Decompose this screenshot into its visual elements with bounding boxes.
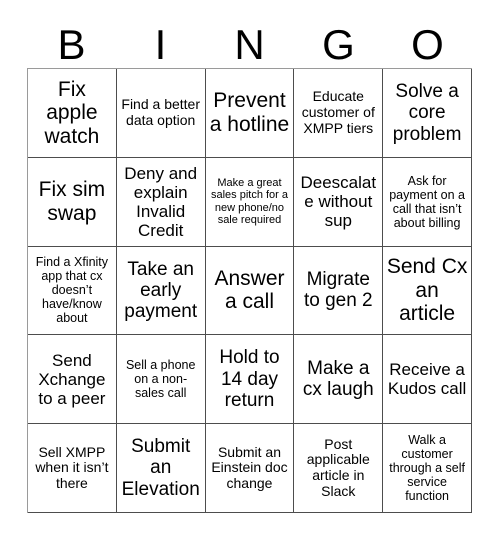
- bingo-cell-r3c1[interactable]: Find a Xfinity app that cx doesn’t have/…: [28, 246, 117, 336]
- bingo-cell-label: Walk a customer through a self service f…: [389, 433, 465, 504]
- bingo-cell-r3c4[interactable]: Migrate to gen 2: [294, 246, 384, 336]
- bingo-cell-label: Deescalate without sup: [300, 173, 377, 231]
- bingo-cell-label: Post applicable article in Slack: [306, 435, 370, 499]
- bingo-cell-label: Receive a Kudos call: [387, 360, 467, 399]
- bingo-cell-label: Make a great sales pitch for a new phone…: [210, 177, 289, 226]
- bingo-header: BINGO: [27, 14, 472, 68]
- bingo-cell-r4c1[interactable]: Send Xchange to a peer: [28, 335, 117, 425]
- bingo-cell-label: Send Cx an article: [386, 255, 468, 326]
- bingo-cell-label: Submit an Elevation: [121, 436, 200, 500]
- bingo-grid: Fix apple watch Find a better data option…: [27, 68, 472, 513]
- bingo-cell-label: Find a Xfinity app that cx doesn’t have/…: [35, 255, 109, 326]
- bingo-cell-r5c1[interactable]: Sell XMPP when it isn’t there: [28, 424, 117, 513]
- bingo-cell-label: Make a cx laugh: [302, 358, 374, 401]
- bingo-cell-r3c2[interactable]: Take an early payment: [116, 246, 206, 336]
- bingo-cell-r1c5[interactable]: Solve a core problem: [383, 69, 472, 158]
- bingo-cell-label: Deny and explain Invalid Credit: [124, 163, 198, 240]
- bingo-header-letter-o: O: [411, 21, 444, 68]
- bingo-cell-r4c4[interactable]: Make a cx laugh: [294, 335, 384, 425]
- bingo-cell-label: Take an early payment: [124, 258, 198, 323]
- bingo-cell-r5c5[interactable]: Walk a customer through a self service f…: [383, 424, 472, 513]
- bingo-cell-label: Sell XMPP when it isn’t there: [35, 443, 109, 491]
- bingo-cell-r5c3[interactable]: Submit an Einstein doc change: [205, 424, 295, 513]
- bingo-cell-r5c2[interactable]: Submit an Elevation: [116, 424, 206, 513]
- bingo-cell-r1c4[interactable]: Educate customer of XMPP tiers: [294, 69, 384, 158]
- bingo-cell-label: Solve a core problem: [392, 81, 462, 145]
- bingo-cell-r2c5[interactable]: Ask for payment on a call that isn’t abo…: [383, 157, 472, 247]
- bingo-cell-label: Educate customer of XMPP tiers: [301, 88, 375, 136]
- bingo-cell-label: Answer a call: [214, 266, 285, 314]
- bingo-cell-label: Migrate to gen 2: [303, 269, 373, 312]
- bingo-cell-r2c4[interactable]: Deescalate without sup: [294, 157, 384, 247]
- bingo-header-letter-n: N: [234, 21, 265, 68]
- bingo-header-letter-g: G: [322, 21, 355, 68]
- bingo-cell-label: Fix apple watch: [44, 77, 100, 148]
- bingo-cell-r1c2[interactable]: Find a better data option: [116, 69, 206, 158]
- bingo-cell-r4c5[interactable]: Receive a Kudos call: [383, 335, 472, 425]
- bingo-cell-r5c4[interactable]: Post applicable article in Slack: [294, 424, 384, 513]
- bingo-cell-r1c3[interactable]: Prevent a hotline: [205, 69, 295, 158]
- bingo-cell-label: Ask for payment on a call that isn’t abo…: [389, 173, 465, 230]
- bingo-cell-r4c3[interactable]: Hold to 14 day return: [205, 335, 295, 425]
- bingo-cell-r2c2[interactable]: Deny and explain Invalid Credit: [116, 157, 206, 247]
- bingo-cell-label: Sell a phone on a non-sales call: [125, 358, 196, 401]
- bingo-cell-r2c3[interactable]: Make a great sales pitch for a new phone…: [205, 157, 295, 247]
- bingo-cell-r4c2[interactable]: Sell a phone on a non-sales call: [116, 335, 206, 425]
- bingo-cell-label: Submit an Einstein doc change: [211, 443, 288, 491]
- bingo-header-letter-i: I: [154, 21, 167, 68]
- bingo-header-letter-b: B: [57, 21, 86, 68]
- bingo-cell-r3c3[interactable]: Answer a call: [205, 246, 295, 336]
- bingo-cell-label: Hold to 14 day return: [219, 347, 280, 411]
- bingo-cell-r1c1[interactable]: Fix apple watch: [28, 69, 117, 158]
- bingo-cell-r3c5[interactable]: Send Cx an article: [383, 246, 472, 336]
- bingo-cell-label: Send Xchange to a peer: [38, 350, 106, 408]
- bingo-cell-label: Fix sim swap: [38, 178, 106, 225]
- bingo-card: B I N G O Fix apple watch Find a better data …: [0, 0, 500, 544]
- bingo-cell-label: Prevent a hotline: [209, 89, 290, 136]
- bingo-cell-label: Find a better data option: [121, 96, 200, 128]
- bingo-cell-r2c1[interactable]: Fix sim swap: [28, 157, 117, 247]
